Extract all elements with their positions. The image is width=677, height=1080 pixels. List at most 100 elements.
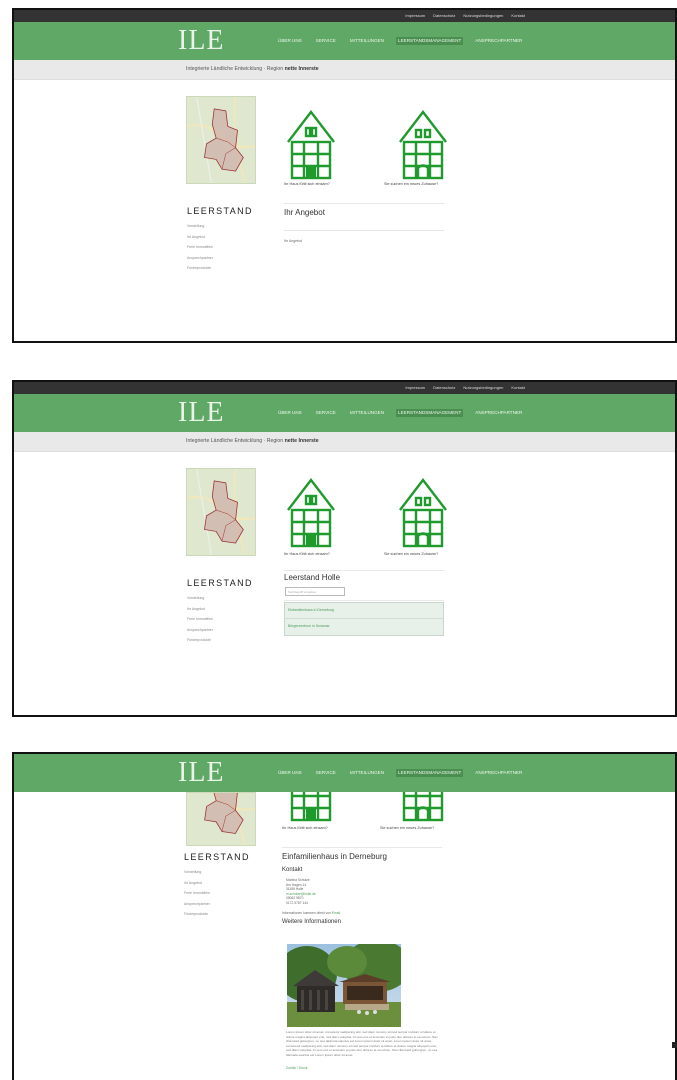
further-info-heading: Weitere Informationen [282, 919, 341, 925]
property-image [287, 944, 401, 1027]
breadcrumb: Integrierte Ländliche Entwicklung · Regi… [186, 438, 319, 444]
nav-ansprechpartner[interactable]: ANSPRECHPARTNER [473, 769, 524, 777]
side-menu-ansprechpartner[interactable]: Ansprechpartner [184, 902, 210, 906]
side-menu-foerderprodukte[interactable]: Förderprodukte [187, 266, 213, 270]
nav-service[interactable]: SERVICE [314, 37, 338, 45]
nav-service[interactable]: SERVICE [314, 409, 338, 417]
page-title: Einfamilienhaus in Derneburg [282, 852, 387, 861]
breadcrumb-prefix: Integrierte Ländliche Entwicklung · Regi… [186, 66, 285, 72]
site-logo[interactable]: ILE [178, 758, 225, 788]
top-link-nutzungsbedingungen[interactable]: Nutzungsbedingungen [463, 12, 503, 19]
nav-leerstandsmanagement[interactable]: LEERSTANDSMANAGEMENT [396, 769, 464, 777]
side-menu-foerderprodukte[interactable]: Förderprodukte [184, 912, 210, 916]
top-link-impressum[interactable]: Impressum [405, 384, 425, 391]
side-menu-ihr-angebot[interactable]: Ihr Angebot [187, 607, 213, 611]
back-print-link[interactable]: Zurück / Druck [286, 1066, 307, 1071]
site-logo[interactable]: ILE [178, 26, 225, 56]
contact-heading: Kontakt [282, 867, 303, 873]
side-menu-ihr-angebot[interactable]: Ihr Angebot [184, 881, 210, 885]
breadcrumb: Integrierte Ländliche Entwicklung · Regi… [186, 66, 319, 72]
page-title: Leerstand Holle [284, 573, 341, 582]
top-link-datenschutz[interactable]: Datenschutz [433, 12, 455, 19]
breadcrumb-region: nette Innerste [284, 438, 319, 444]
nav-ansprechpartner[interactable]: ANSPRECHPARTNER [473, 409, 524, 417]
title-divider [284, 600, 444, 601]
nav-service[interactable]: SERVICE [314, 769, 338, 777]
nav-ansprechpartner[interactable]: ANSPRECHPARTNER [473, 37, 524, 45]
screenshot-einfamilienhaus: ILE ÜBER UNS SERVICE MITTEILUNGEN LEERST… [12, 752, 677, 1080]
result-item[interactable]: Bürgerzentrum in Sossmar [285, 619, 443, 635]
nav-leerstandsmanagement[interactable]: LEERSTANDSMANAGEMENT [396, 37, 464, 45]
nav-ueber-uns[interactable]: ÜBER UNS [276, 769, 304, 777]
side-menu: Vorstellung Ihr Angebot Freie Immobilien… [187, 596, 213, 649]
house-lonely-icon[interactable] [282, 792, 340, 822]
side-menu-vorstellung[interactable]: Vorstellung [184, 870, 210, 874]
nav-ueber-uns[interactable]: ÜBER UNS [276, 409, 304, 417]
top-link-kontakt[interactable]: Kontakt [511, 12, 525, 19]
title-divider [284, 230, 444, 231]
result-item[interactable]: Einfamilienhaus in Derneburg [285, 603, 443, 619]
nav-mitteilungen[interactable]: MITTEILUNGEN [348, 409, 386, 417]
side-menu: Vorstellung Ihr Angebot Freie Immobilien… [184, 870, 210, 923]
content-divider [282, 847, 442, 848]
side-menu-ansprechpartner[interactable]: Ansprechpartner [187, 628, 213, 632]
nav-ueber-uns[interactable]: ÜBER UNS [276, 37, 304, 45]
content-divider [284, 570, 444, 571]
property-photo[interactable] [287, 944, 401, 1027]
region-map[interactable] [186, 468, 256, 556]
house-new-home-icon[interactable] [394, 108, 452, 180]
map-image [187, 97, 255, 183]
contact-mobile: 0172 5787 144 [286, 900, 309, 905]
house-lonely-icon[interactable] [282, 476, 340, 548]
main-header: ILE ÜBER UNS SERVICE MITTEILUNGEN LEERST… [14, 394, 675, 432]
section-title: LEERSTAND [187, 206, 253, 216]
top-link-kontakt[interactable]: Kontakt [511, 384, 525, 391]
info-source-text: Informationen kommen direkt von [282, 911, 331, 915]
side-menu-vorstellung[interactable]: Vorstellung [187, 224, 213, 228]
side-menu-foerderprodukte[interactable]: Förderprodukte [187, 638, 213, 642]
breadcrumb-prefix: Integrierte Ländliche Entwicklung · Regi… [186, 438, 285, 444]
breadcrumb-region: nette Innerste [284, 66, 319, 72]
breadcrumb-bar: Integrierte Ländliche Entwicklung · Regi… [14, 60, 675, 80]
house-new-home-icon[interactable] [394, 476, 452, 548]
site-logo[interactable]: ILE [178, 398, 225, 428]
top-link-impressum[interactable]: Impressum [405, 12, 425, 19]
info-source-link[interactable]: Email [332, 911, 340, 915]
side-menu-freie-immobilien[interactable]: Freie Immobilien [184, 891, 210, 895]
house-new-home-icon[interactable] [394, 792, 452, 822]
search-input[interactable]: Suchbegriff eingeben [285, 587, 345, 596]
nav-mitteilungen[interactable]: MITTEILUNGEN [348, 769, 386, 777]
main-navigation: ÜBER UNS SERVICE MITTEILUNGEN LEERSTANDS… [276, 409, 524, 417]
screenshot-ihr-angebot: Impressum Datenschutz Nutzungsbedingunge… [12, 8, 677, 343]
nav-leerstandsmanagement[interactable]: LEERSTANDSMANAGEMENT [396, 409, 464, 417]
house-lonely-icon[interactable] [282, 108, 340, 180]
breadcrumb-bar: Integrierte Ländliche Entwicklung · Regi… [14, 432, 675, 452]
map-image [187, 793, 255, 845]
section-title: LEERSTAND [184, 852, 250, 862]
results-list: Einfamilienhaus in Derneburg Bürgerzentr… [284, 602, 444, 636]
side-menu: Vorstellung Ihr Angebot Freie Immobilien… [187, 224, 213, 277]
content-text: Ihr Angebot [284, 239, 302, 243]
contact-block: Martina Schulze Am Hagen 14 31188 Holle … [286, 878, 316, 906]
side-menu-ansprechpartner[interactable]: Ansprechpartner [187, 256, 213, 260]
top-link-datenschutz[interactable]: Datenschutz [433, 384, 455, 391]
house1-caption: Ihr Haus fühlt sich einsam? [284, 182, 330, 186]
page-title: Ihr Angebot [284, 208, 325, 217]
top-utility-bar: Impressum Datenschutz Nutzungsbedingunge… [14, 382, 675, 394]
page-corner-marker [672, 1042, 677, 1048]
top-link-nutzungsbedingungen[interactable]: Nutzungsbedingungen [463, 384, 503, 391]
screenshot-leerstand-holle: Impressum Datenschutz Nutzungsbedingunge… [12, 380, 677, 717]
side-menu-freie-immobilien[interactable]: Freie Immobilien [187, 617, 213, 621]
region-map[interactable] [186, 96, 256, 184]
nav-mitteilungen[interactable]: MITTEILUNGEN [348, 37, 386, 45]
map-image [187, 469, 255, 555]
side-menu-ihr-angebot[interactable]: Ihr Angebot [187, 235, 213, 239]
side-menu-vorstellung[interactable]: Vorstellung [187, 596, 213, 600]
content-divider [284, 203, 444, 204]
top-utility-bar: Impressum Datenschutz Nutzungsbedingunge… [14, 10, 675, 22]
main-navigation: ÜBER UNS SERVICE MITTEILUNGEN LEERSTANDS… [276, 769, 524, 777]
house2-caption: Sie suchen ein neues Zuhause? [384, 552, 439, 556]
side-menu-freie-immobilien[interactable]: Freie Immobilien [187, 245, 213, 249]
region-map[interactable] [186, 792, 256, 846]
house1-caption: Ihr Haus fühlt sich einsam? [282, 826, 328, 830]
